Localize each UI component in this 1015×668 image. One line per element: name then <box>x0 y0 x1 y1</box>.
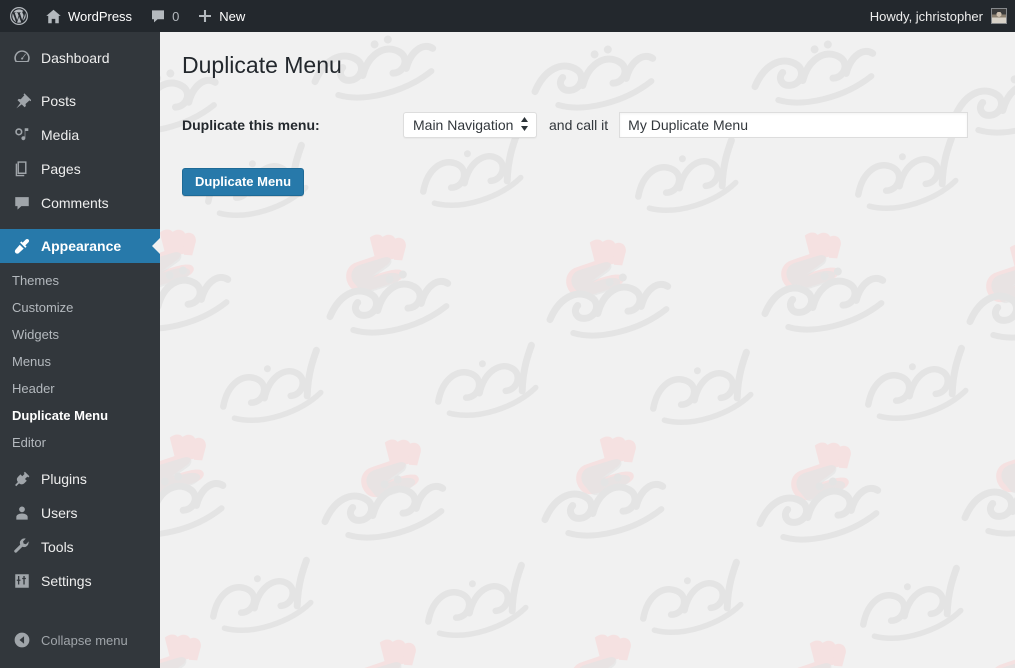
sidebar-item-label: Appearance <box>41 238 122 254</box>
page-wrap: Duplicate Menu Duplicate this menu: Main… <box>160 32 1015 196</box>
new-label: New <box>219 8 246 24</box>
admin-sidebar-menu: Dashboard Posts Media Pages Comments App… <box>0 32 160 668</box>
sidebar-item-label: Pages <box>41 161 81 177</box>
submenu-item-duplicate-menu[interactable]: Duplicate Menu <box>0 402 160 429</box>
menu-group-separator <box>0 220 160 229</box>
sidebar-item-media[interactable]: Media <box>0 118 160 152</box>
duplicate-menu-form-row: Duplicate this menu: Main Navigation and… <box>182 112 995 138</box>
site-name-menu-item[interactable]: WordPress <box>36 0 141 32</box>
new-menu-name-input[interactable] <box>619 112 969 138</box>
collapse-menu-label: Collapse menu <box>41 632 128 648</box>
comment-bubble-icon <box>12 193 32 213</box>
content-area: Duplicate Menu Duplicate this menu: Main… <box>160 32 1015 668</box>
collapse-arrow-icon <box>12 630 32 650</box>
media-icon <box>12 125 32 145</box>
plus-icon <box>197 8 213 24</box>
sidebar-item-plugins[interactable]: Plugins <box>0 462 160 496</box>
collapse-menu-button[interactable]: Collapse menu <box>0 630 160 650</box>
user-icon <box>12 503 32 523</box>
dashboard-icon <box>12 48 32 68</box>
pin-icon <box>12 91 32 111</box>
sidebar-item-pages[interactable]: Pages <box>0 152 160 186</box>
sidebar-item-label: Media <box>41 127 80 143</box>
menu-top-spacer <box>0 32 160 41</box>
menu-select[interactable]: Main Navigation <box>403 112 537 138</box>
comments-menu-item[interactable]: 0 <box>141 0 188 32</box>
sidebar-item-label: Tools <box>41 539 74 555</box>
my-account-menu-item[interactable]: Howdy, jchristopher <box>870 0 1015 32</box>
submenu-item-editor[interactable]: Editor <box>0 429 160 456</box>
pages-icon <box>12 159 32 179</box>
appearance-submenu: Themes Customize Widgets Menus Header Du… <box>0 263 160 462</box>
duplicate-this-menu-label: Duplicate this menu: <box>182 117 320 133</box>
comments-count: 0 <box>172 8 180 24</box>
menu-group-separator <box>0 75 160 84</box>
submenu-item-header[interactable]: Header <box>0 375 160 402</box>
submenu-item-menus[interactable]: Menus <box>0 348 160 375</box>
and-call-it-label: and call it <box>549 117 609 133</box>
wp-logo-menu-item[interactable] <box>0 0 36 32</box>
site-name-label: WordPress <box>68 8 133 24</box>
paintbrush-icon <box>12 236 32 256</box>
sidebar-item-label: Dashboard <box>41 50 110 66</box>
sidebar-item-dashboard[interactable]: Dashboard <box>0 41 160 75</box>
user-avatar <box>991 8 1007 24</box>
page-title: Duplicate Menu <box>182 52 342 78</box>
howdy-label: Howdy, jchristopher <box>869 8 983 24</box>
new-content-menu-item[interactable]: New <box>188 0 254 32</box>
wrench-icon <box>12 537 32 557</box>
submit-row: Duplicate Menu <box>182 168 995 196</box>
sidebar-item-label: Comments <box>41 195 109 211</box>
comment-bubble-icon <box>150 8 166 24</box>
duplicate-menu-submit-button[interactable]: Duplicate Menu <box>182 168 305 196</box>
sidebar-item-users[interactable]: Users <box>0 496 160 530</box>
plugin-icon <box>12 469 32 489</box>
sidebar-item-label: Settings <box>41 573 92 589</box>
menu-select-wrapper: Main Navigation <box>403 112 537 138</box>
sidebar-item-label: Plugins <box>41 471 87 487</box>
settings-sliders-icon <box>12 571 32 591</box>
sidebar-item-label: Posts <box>41 93 77 109</box>
sidebar-item-tools[interactable]: Tools <box>0 530 160 564</box>
submenu-item-widgets[interactable]: Widgets <box>0 321 160 348</box>
submenu-item-customize[interactable]: Customize <box>0 294 160 321</box>
sidebar-item-comments[interactable]: Comments <box>0 186 160 220</box>
sidebar-item-label: Users <box>41 505 78 521</box>
sidebar-item-appearance[interactable]: Appearance <box>0 229 160 263</box>
admin-bar: WordPress 0 New Howdy, jchristopher <box>0 0 1015 32</box>
sidebar-item-posts[interactable]: Posts <box>0 84 160 118</box>
sidebar-item-settings[interactable]: Settings <box>0 564 160 598</box>
home-icon <box>45 8 62 25</box>
submenu-item-themes[interactable]: Themes <box>0 267 160 294</box>
wordpress-logo-icon <box>9 6 29 26</box>
